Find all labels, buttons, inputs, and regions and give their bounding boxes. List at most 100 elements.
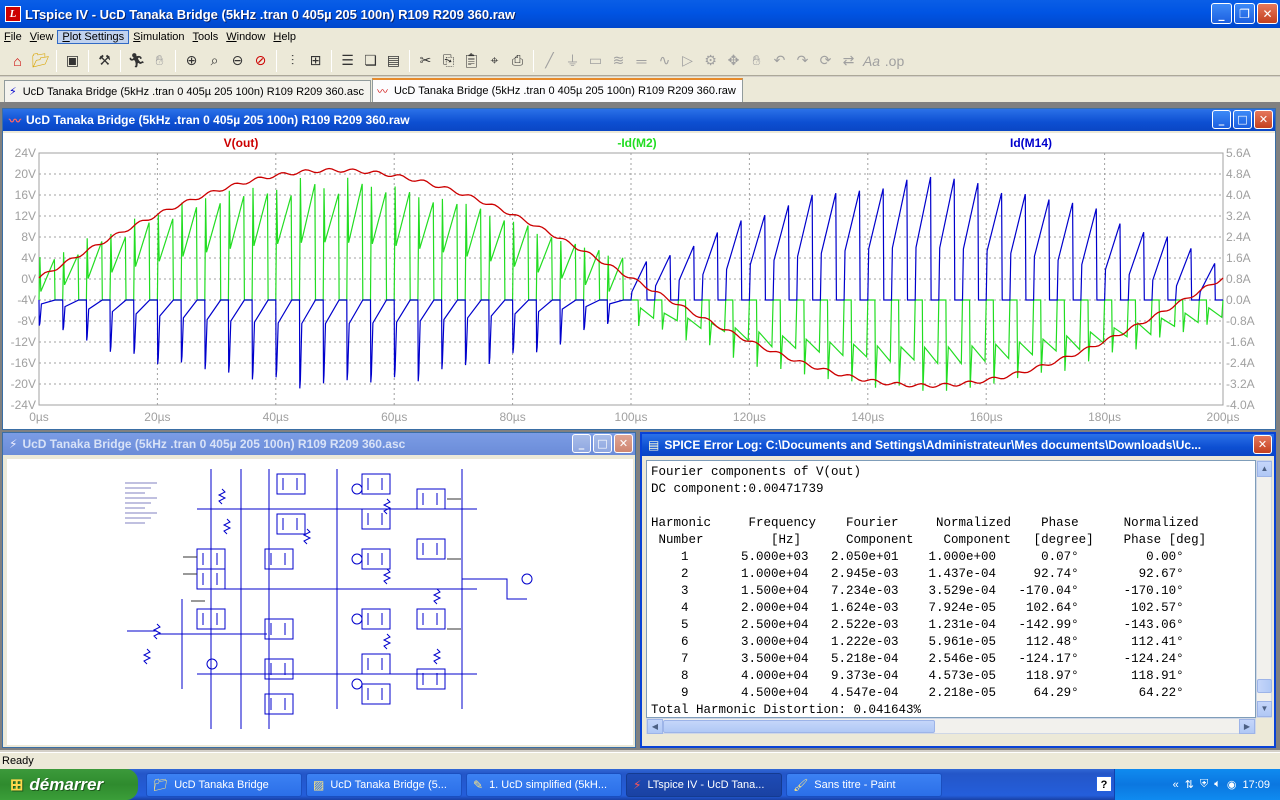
scroll-left-icon[interactable]: ◀ bbox=[647, 718, 663, 734]
text-icon[interactable]: Aa bbox=[860, 49, 883, 72]
scroll-thumb[interactable] bbox=[663, 719, 935, 733]
cut-icon[interactable]: ✂ bbox=[414, 49, 437, 72]
zoom-cancel-icon[interactable]: ⊘ bbox=[249, 49, 272, 72]
scroll-down-icon[interactable]: ▼ bbox=[1257, 701, 1272, 717]
menu-window[interactable]: Window bbox=[222, 31, 269, 43]
log-line: 3 1.500e+04 7.234e-03 3.529e-04 -170.04°… bbox=[651, 584, 1184, 598]
diode-icon[interactable]: ▷ bbox=[676, 49, 699, 72]
log-text[interactable]: Fourier components of V(out) DC component… bbox=[646, 460, 1256, 718]
close-button[interactable]: ✕ bbox=[614, 434, 633, 453]
open-icon[interactable]: 📂︎ bbox=[29, 49, 52, 72]
maximize-button[interactable]: □ bbox=[593, 434, 612, 453]
taskbar-item-image[interactable]: ▨ UcD Tanaka Bridge (5... bbox=[306, 772, 462, 797]
find-icon[interactable]: ⌖ bbox=[483, 49, 506, 72]
taskbar-item-folder[interactable]: 📁︎ UcD Tanaka Bridge bbox=[146, 772, 302, 797]
capacitor-icon[interactable]: ═ bbox=[630, 49, 653, 72]
y-tick-label-left: 16V bbox=[15, 188, 36, 202]
mdi-area: 〰 UcD Tanaka Bridge (5kHz .tran 0 405µ 2… bbox=[0, 102, 1280, 750]
save-icon[interactable]: ▣ bbox=[61, 49, 84, 72]
label-icon[interactable]: ▭ bbox=[584, 49, 607, 72]
scroll-up-icon[interactable]: ▲ bbox=[1257, 461, 1272, 477]
menu-help[interactable]: Help bbox=[269, 31, 300, 43]
tile-horizontal-icon[interactable]: ☰ bbox=[336, 49, 359, 72]
cascade-icon[interactable]: ❏ bbox=[359, 49, 382, 72]
y-tick-label-left: 12V bbox=[15, 209, 36, 223]
drag-icon[interactable]: ✋︎ bbox=[745, 49, 768, 72]
y-tick-label-right: -2.4A bbox=[1226, 356, 1255, 370]
undo-icon[interactable]: ↶ bbox=[768, 49, 791, 72]
help-icon[interactable]: ? bbox=[1096, 776, 1112, 792]
move-icon[interactable]: ✥ bbox=[722, 49, 745, 72]
y-tick-label-left: -8V bbox=[17, 314, 36, 328]
menu-view[interactable]: View bbox=[26, 31, 58, 43]
mirror-icon[interactable]: ⇄ bbox=[837, 49, 860, 72]
network-icon[interactable]: ⇅ bbox=[1185, 778, 1194, 791]
y-tick-label-right: -1.6A bbox=[1226, 335, 1255, 349]
minimize-button[interactable]: _ bbox=[1211, 3, 1232, 24]
menu-file[interactable]: File bbox=[0, 31, 26, 43]
minimize-button[interactable]: _ bbox=[572, 434, 591, 453]
rotate-icon[interactable]: ⟳ bbox=[814, 49, 837, 72]
start-button[interactable]: ⊞ démarrer bbox=[0, 769, 138, 800]
copy-icon[interactable]: ⎘ bbox=[437, 49, 460, 72]
menu-plot-settings[interactable]: Plot Settings bbox=[57, 30, 130, 44]
volume-icon[interactable]: 🔈︎ bbox=[1214, 778, 1221, 791]
autorange-icon[interactable]: ⫶ bbox=[281, 49, 304, 72]
zoom-pan-icon[interactable]: ⌕ bbox=[203, 49, 226, 72]
schematic-resistor bbox=[432, 588, 442, 605]
schematic-window-title-bar[interactable]: ⚡︎ UcD Tanaka Bridge (5kHz .tran 0 405µ … bbox=[3, 433, 635, 455]
scroll-thumb[interactable] bbox=[1257, 679, 1272, 693]
grid-icon[interactable]: ⊞ bbox=[304, 49, 327, 72]
resistor-icon[interactable]: ≋ bbox=[607, 49, 630, 72]
y-tick-label-left: 0V bbox=[21, 272, 36, 286]
schematic-resistor bbox=[142, 648, 152, 665]
taskbar-item-paint[interactable]: 🖌︎ Sans titre - Paint bbox=[786, 772, 942, 797]
waveform-plot[interactable]: 24V 5.6A 20V 4.8A 16V 4.0A 12V 3.2A 8V 2.4A 4V 1.6A… bbox=[3, 133, 1275, 429]
maximize-button[interactable]: □ bbox=[1233, 110, 1252, 129]
zoom-in-icon[interactable]: ⊕ bbox=[180, 49, 203, 72]
wire-icon[interactable]: ╱ bbox=[538, 49, 561, 72]
chevron-left-icon[interactable]: « bbox=[1173, 779, 1179, 791]
waveform-window-title-bar[interactable]: 〰 UcD Tanaka Bridge (5kHz .tran 0 405µ 2… bbox=[3, 109, 1275, 131]
tab-waveform[interactable]: 〰 UcD Tanaka Bridge (5kHz .tran 0 405µ 2… bbox=[371, 78, 743, 102]
taskbar-item-ltspice[interactable]: ⚡︎ LTspice IV - UcD Tana... bbox=[626, 772, 782, 797]
close-button[interactable]: ✕ bbox=[1257, 3, 1278, 24]
menu-tools[interactable]: Tools bbox=[189, 31, 223, 43]
toolbar-separator bbox=[88, 49, 89, 72]
inductor-icon[interactable]: ∿ bbox=[653, 49, 676, 72]
restore-button[interactable]: ❐ bbox=[1234, 3, 1255, 24]
waveform-window: 〰 UcD Tanaka Bridge (5kHz .tran 0 405µ 2… bbox=[2, 108, 1276, 430]
zoom-out-icon[interactable]: ⊖ bbox=[226, 49, 249, 72]
new-schematic-icon[interactable]: ⌂ bbox=[6, 49, 29, 72]
paste-icon[interactable]: 📋︎ bbox=[460, 49, 483, 72]
run-icon[interactable]: 🏃︎ bbox=[125, 49, 148, 72]
app-title-bar[interactable]: L LTspice IV - UcD Tanaka Bridge (5kHz .… bbox=[0, 0, 1280, 28]
ground-icon[interactable]: ⏚ bbox=[561, 49, 584, 72]
halt-icon[interactable]: ✋︎ bbox=[148, 49, 171, 72]
control-panel-icon[interactable]: ⚒ bbox=[93, 49, 116, 72]
redo-icon[interactable]: ↷ bbox=[791, 49, 814, 72]
ltspice-app-icon: L bbox=[5, 6, 21, 22]
y-tick-label-right: 0.0A bbox=[1226, 293, 1251, 307]
minimize-button[interactable]: _ bbox=[1212, 110, 1231, 129]
tab-schematic[interactable]: ⚡︎ UcD Tanaka Bridge (5kHz .tran 0 405µ … bbox=[4, 80, 371, 102]
close-button[interactable]: ✕ bbox=[1253, 435, 1272, 454]
log-window-title-bar[interactable]: ▤ SPICE Error Log: C:\Documents and Sett… bbox=[642, 434, 1274, 456]
schematic-canvas[interactable] bbox=[7, 459, 633, 745]
vertical-scrollbar[interactable]: ▲ ▼ bbox=[1256, 460, 1272, 718]
scroll-right-icon[interactable]: ▶ bbox=[1239, 718, 1255, 734]
shield-icon[interactable]: ⛨ bbox=[1200, 778, 1208, 791]
x-tick-label: 0µs bbox=[29, 410, 49, 424]
antivirus-icon[interactable]: ◉ bbox=[1227, 778, 1237, 791]
spice-directive-icon[interactable]: .op bbox=[883, 49, 906, 72]
close-button[interactable]: ✕ bbox=[1254, 110, 1273, 129]
menu-simulation[interactable]: Simulation bbox=[129, 31, 188, 43]
image-icon: ▨ bbox=[313, 777, 325, 792]
tile-icon[interactable]: ▤ bbox=[382, 49, 405, 72]
horizontal-scrollbar[interactable]: ◀ ▶ bbox=[646, 718, 1256, 734]
component-icon[interactable]: ⚙ bbox=[699, 49, 722, 72]
taskbar-item-document[interactable]: ✎ 1. UcD simplified (5kH... bbox=[466, 772, 622, 797]
print-icon[interactable]: ⎙ bbox=[506, 49, 529, 72]
log-line: 9 4.500e+04 4.547e-04 2.218e-05 64.29° 6… bbox=[651, 686, 1184, 700]
y-tick-label-right: 4.8A bbox=[1226, 167, 1251, 181]
